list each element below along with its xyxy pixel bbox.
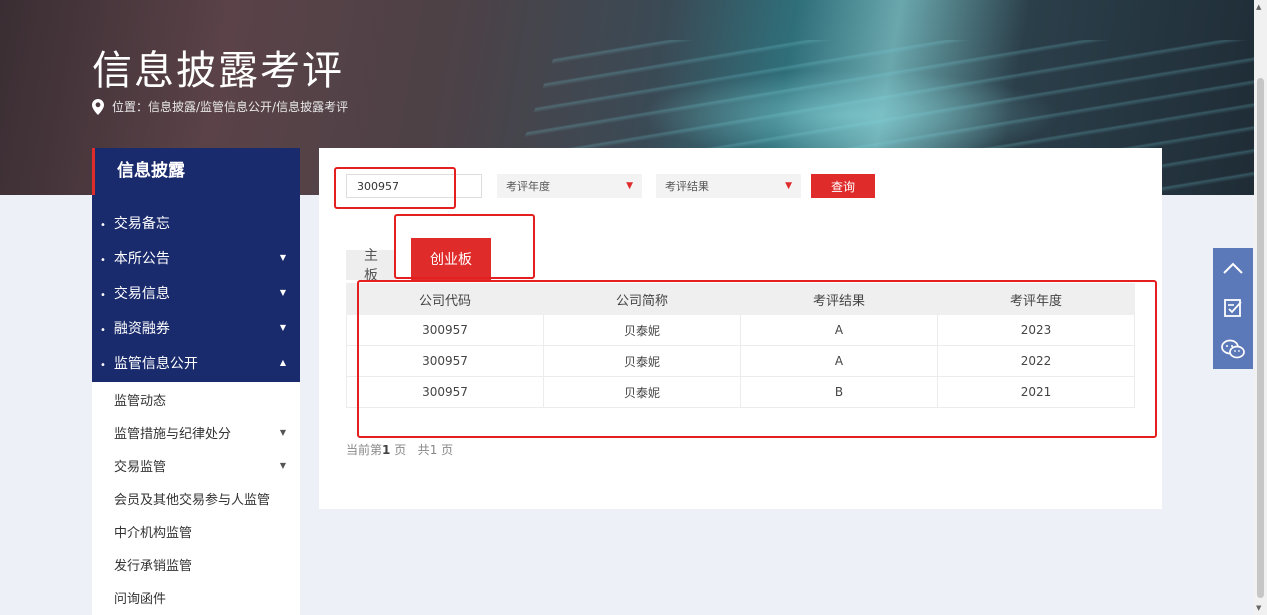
caret-down-icon: ▼ xyxy=(279,461,286,470)
sidebar-subitem-underwriting-supervision[interactable]: 发行承销监管 xyxy=(92,548,300,581)
sidebar-subitem-intermediary-supervision[interactable]: 中介机构监管 xyxy=(92,515,300,548)
location-pin-icon xyxy=(92,98,104,115)
evaluation-result-select[interactable]: 考评结果 ▼ xyxy=(656,174,801,198)
sidebar-subitem-trading-supervision[interactable]: 交易监管 ▼ xyxy=(92,449,300,482)
caret-down-icon: ▼ xyxy=(279,323,286,332)
sidebar-item-label: 监管信息公开 xyxy=(113,355,198,372)
pager-total-prefix: 共 xyxy=(417,443,430,457)
sidebar-subitem-measures-discipline[interactable]: 监管措施与纪律处分 ▼ xyxy=(92,416,300,449)
sidebar-subitem-member-supervision[interactable]: 会员及其他交易参与人监管 xyxy=(92,482,300,515)
chevron-up-icon xyxy=(1223,262,1243,274)
scroll-down-arrow-icon[interactable]: ▼ xyxy=(1256,604,1261,612)
sidebar-subitem-label: 发行承销监管 xyxy=(114,559,193,574)
pagination-info: 当前第1 页 共1 页 xyxy=(346,441,453,458)
sidebar-subitem-label: 交易监管 xyxy=(114,460,167,475)
sidebar-subitem-label: 会员及其他交易参与人监管 xyxy=(114,493,271,508)
back-to-top-button[interactable] xyxy=(1213,248,1253,288)
sidebar-subitem-label: 监管动态 xyxy=(114,394,167,409)
page-scrollbar[interactable]: ▲ ▼ xyxy=(1254,0,1267,615)
sidebar-subitem-label: 中介机构监管 xyxy=(114,526,193,541)
sidebar-item-label: 融资融券 xyxy=(113,320,170,337)
page-title: 信息披露考评 xyxy=(92,48,344,94)
sidebar-item-margin-trading[interactable]: • 融资融券 ▼ xyxy=(92,310,300,345)
pager-total-suffix: 页 xyxy=(441,443,454,457)
evaluation-year-select-label: 考评年度 xyxy=(506,180,550,193)
pager-current-page: 1 xyxy=(382,443,391,457)
evaluation-result-select-label: 考评结果 xyxy=(665,180,709,193)
sidebar-title: 信息披露 xyxy=(92,148,300,195)
sidebar-main-nav: • 交易备忘 • 本所公告 ▼ • 交易信息 ▼ • 融资融券 ▼ • 监管信息公开 ▲ xyxy=(92,195,300,382)
sidebar-sub-nav: 监管动态 监管措施与纪律处分 ▼ 交易监管 ▼ 会员及其他交易参与人监管 中介机… xyxy=(92,382,300,614)
wechat-icon xyxy=(1221,339,1245,359)
annotation-box-results-table xyxy=(357,280,1157,438)
edit-icon xyxy=(1224,299,1242,318)
sidebar-item-regulatory-disclosure[interactable]: • 监管信息公开 ▲ xyxy=(92,345,300,380)
dropdown-arrow-icon: ▼ xyxy=(785,181,792,191)
pager-total-pages: 1 xyxy=(429,443,438,457)
pager-page-word: 页 xyxy=(394,443,407,457)
caret-up-icon: ▲ xyxy=(279,358,286,367)
annotation-box-code-input xyxy=(334,167,456,209)
tab-main-board[interactable]: 主板 xyxy=(346,248,396,284)
feedback-button[interactable] xyxy=(1213,288,1253,328)
caret-down-icon: ▼ xyxy=(279,428,286,437)
sidebar: 信息披露 • 交易备忘 • 本所公告 ▼ • 交易信息 ▼ • 融资融券 ▼ • 监管信息… xyxy=(92,148,300,615)
sidebar-item-label: 交易备忘 xyxy=(113,215,170,232)
scrollbar-thumb[interactable] xyxy=(1257,78,1264,598)
sidebar-item-label: 交易信息 xyxy=(113,285,170,302)
sidebar-subitem-regulatory-news[interactable]: 监管动态 xyxy=(92,383,300,416)
caret-down-icon: ▼ xyxy=(279,253,286,262)
breadcrumb-text: 位置：信息披露/监管信息公开/信息披露考评 xyxy=(112,100,349,114)
sidebar-subitem-inquiry-letters[interactable]: 问询函件 xyxy=(92,581,300,614)
sidebar-subitem-label: 问询函件 xyxy=(114,592,167,607)
sidebar-item-announcements[interactable]: • 本所公告 ▼ xyxy=(92,240,300,275)
query-button[interactable]: 查询 xyxy=(811,174,875,198)
breadcrumb: 位置：信息披露/监管信息公开/信息披露考评 xyxy=(92,98,348,115)
scroll-up-arrow-icon[interactable]: ▲ xyxy=(1256,3,1261,11)
sidebar-item-trading-memo[interactable]: • 交易备忘 xyxy=(92,205,300,240)
floating-toolbar xyxy=(1213,248,1253,369)
evaluation-year-select[interactable]: 考评年度 ▼ xyxy=(497,174,642,198)
sidebar-item-label: 本所公告 xyxy=(113,250,170,267)
dropdown-arrow-icon: ▼ xyxy=(626,181,633,191)
wechat-button[interactable] xyxy=(1213,329,1253,369)
sidebar-subitem-label: 监管措施与纪律处分 xyxy=(114,427,232,442)
caret-down-icon: ▼ xyxy=(279,288,286,297)
pager-prefix: 当前第 xyxy=(346,443,383,457)
sidebar-item-trading-info[interactable]: • 交易信息 ▼ xyxy=(92,275,300,310)
annotation-box-chinext-tab xyxy=(394,214,535,279)
